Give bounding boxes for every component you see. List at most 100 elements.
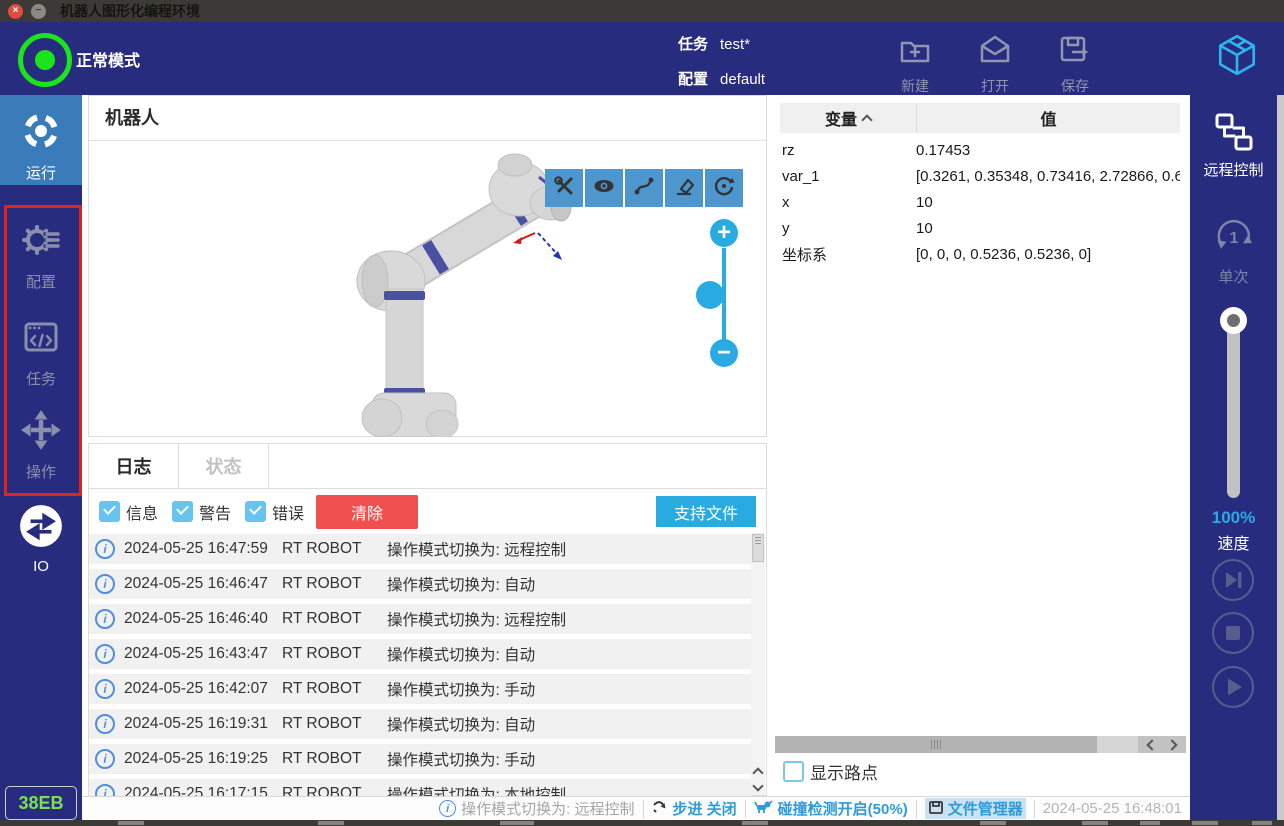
checkbox-info[interactable]	[99, 501, 120, 522]
show-waypoints[interactable]: 显示路点	[783, 759, 878, 784]
show-waypoints-checkbox[interactable]	[783, 761, 804, 782]
status-mode: i 操作模式切换为: 远程控制	[431, 800, 643, 818]
checkbox-error[interactable]	[245, 501, 266, 522]
erase-button[interactable]	[665, 169, 703, 207]
log-row[interactable]: i 2024-05-25 16:17:15 RT ROBOT 操作模式切换为: …	[89, 779, 752, 796]
scroll-right-button[interactable]	[1166, 739, 1177, 750]
log-row[interactable]: i 2024-05-25 16:43:47 RT ROBOT 操作模式切换为: …	[89, 639, 752, 669]
close-button[interactable]: ×	[8, 4, 23, 19]
task-label: 任务	[678, 36, 708, 53]
log-time: 2024-05-25 16:46:40	[124, 610, 282, 628]
sidebar-item-io[interactable]: IO	[0, 503, 82, 575]
path-button[interactable]	[625, 169, 663, 207]
tab-status[interactable]: 状态	[179, 444, 269, 488]
single-run-item[interactable]: 1 单次	[1190, 213, 1277, 287]
log-row[interactable]: i 2024-05-25 16:42:07 RT ROBOT 操作模式切换为: …	[89, 674, 752, 704]
log-row[interactable]: i 2024-05-25 16:47:59 RT ROBOT 操作模式切换为: …	[89, 534, 752, 564]
clear-log-button[interactable]: 清除	[316, 495, 418, 529]
log-message: 操作模式切换为: 本地控制	[387, 783, 566, 796]
bottom-edge-strip	[0, 820, 1284, 826]
speed-slider-handle[interactable]	[1220, 307, 1247, 334]
log-row[interactable]: i 2024-05-25 16:46:40 RT ROBOT 操作模式切换为: …	[89, 604, 752, 634]
log-source: RT ROBOT	[282, 680, 387, 698]
rotate-view-button[interactable]	[705, 169, 743, 207]
open-button[interactable]: 打开	[960, 33, 1030, 96]
info-icon: i	[95, 644, 115, 664]
variables-column-name[interactable]: 变量	[780, 103, 916, 133]
play-button[interactable]	[1211, 665, 1255, 709]
variables-h-scrollbar[interactable]	[775, 736, 1186, 753]
step-next-button[interactable]	[1211, 558, 1255, 602]
log-source: RT ROBOT	[282, 575, 387, 593]
checkbox-warning[interactable]	[172, 501, 193, 522]
variable-name: x	[780, 194, 916, 211]
variable-name: y	[780, 220, 916, 237]
log-message: 操作模式切换为: 自动	[387, 713, 535, 735]
save-button[interactable]: 保存	[1040, 33, 1110, 96]
variable-value: [0, 0, 0, 0.5236, 0.5236, 0]	[916, 246, 1180, 263]
variable-row[interactable]: x 10	[780, 189, 1180, 215]
h-scrollbar-track[interactable]	[1097, 736, 1138, 753]
speed-display: 100% 速度	[1190, 508, 1277, 554]
path-curve-icon	[632, 174, 656, 203]
h-scrollbar-thumb[interactable]	[775, 736, 1097, 753]
remote-control-item[interactable]: 远程控制	[1190, 110, 1277, 180]
config-value: default	[720, 71, 765, 88]
speed-label: 速度	[1190, 530, 1277, 554]
status-datetime-text: 2024-05-25 16:48:01	[1043, 800, 1182, 817]
sidebar-item-config[interactable]: 配置	[0, 218, 82, 292]
zoom-in-button[interactable]: +	[710, 219, 738, 247]
log-scrollbar[interactable]	[751, 533, 765, 795]
log-row[interactable]: i 2024-05-25 16:46:47 RT ROBOT 操作模式切换为: …	[89, 569, 752, 599]
zoom-slider-handle[interactable]	[696, 281, 724, 309]
variables-column-value[interactable]: 值	[916, 103, 1180, 133]
variables-header: 变量 值	[780, 103, 1180, 133]
chevron-down-icon	[752, 780, 763, 791]
new-button[interactable]: 新建	[880, 33, 950, 96]
log-time: 2024-05-25 16:19:31	[124, 715, 282, 733]
open-file-icon	[977, 56, 1013, 73]
log-message: 操作模式切换为: 自动	[387, 573, 535, 595]
app-window: × − 机器人图形化编程环境 正常模式 任务test* 配置default 新建…	[0, 0, 1284, 826]
status-step[interactable]: 步进 关闭	[644, 800, 746, 818]
tab-log[interactable]: 日志	[89, 444, 179, 488]
scroll-left-button[interactable]	[1146, 739, 1157, 750]
column-value-label: 值	[1040, 106, 1056, 130]
support-files-button[interactable]: 支持文件	[656, 496, 756, 527]
stop-button[interactable]	[1211, 611, 1255, 655]
log-time: 2024-05-25 16:43:47	[124, 645, 282, 663]
variable-row[interactable]: rz 0.17453	[780, 137, 1180, 163]
log-list[interactable]: i 2024-05-25 16:47:59 RT ROBOT 操作模式切换为: …	[89, 534, 766, 796]
info-icon: i	[95, 679, 115, 699]
log-row[interactable]: i 2024-05-25 16:19:25 RT ROBOT 操作模式切换为: …	[89, 744, 752, 774]
tools-button[interactable]	[545, 169, 583, 207]
sidebar-item-task[interactable]: 任务	[0, 315, 82, 389]
log-message: 操作模式切换为: 手动	[387, 748, 535, 770]
status-collision-text: 碰撞检测开启(50%)	[778, 798, 908, 819]
run-icon	[19, 140, 63, 157]
eraser-icon	[672, 174, 696, 203]
filter-error[interactable]: 错误	[245, 500, 304, 524]
sidebar-item-run[interactable]: 运行	[0, 95, 82, 185]
zoom-out-button[interactable]: −	[710, 339, 738, 367]
visibility-button[interactable]	[585, 169, 623, 207]
window-scrollbar-strip[interactable]	[1277, 95, 1284, 826]
speed-slider-track[interactable]	[1227, 318, 1240, 498]
status-collision[interactable]: 碰撞检测开启(50%)	[746, 800, 917, 818]
sidebar-item-operate[interactable]: 操作	[0, 408, 82, 482]
minimize-button[interactable]: −	[31, 4, 46, 19]
info-icon: i	[95, 609, 115, 629]
log-source: RT ROBOT	[282, 610, 387, 628]
filter-warning[interactable]: 警告	[172, 500, 231, 524]
scroll-up-button[interactable]	[751, 763, 765, 779]
variable-row[interactable]: 坐标系 [0, 0, 0, 0.5236, 0.5236, 0]	[780, 241, 1180, 267]
variable-row[interactable]: y 10	[780, 215, 1180, 241]
scroll-down-button[interactable]	[751, 779, 765, 795]
variable-row[interactable]: var_1 [0.3261, 0.35348, 0.73416, 2.72866…	[780, 163, 1180, 189]
log-scrollbar-thumb[interactable]	[752, 534, 764, 562]
status-file-manager[interactable]: 文件管理器	[917, 800, 1035, 818]
log-message: 操作模式切换为: 手动	[387, 678, 535, 700]
filter-info[interactable]: 信息	[99, 500, 158, 524]
variable-name: rz	[780, 142, 916, 159]
log-row[interactable]: i 2024-05-25 16:19:31 RT ROBOT 操作模式切换为: …	[89, 709, 752, 739]
